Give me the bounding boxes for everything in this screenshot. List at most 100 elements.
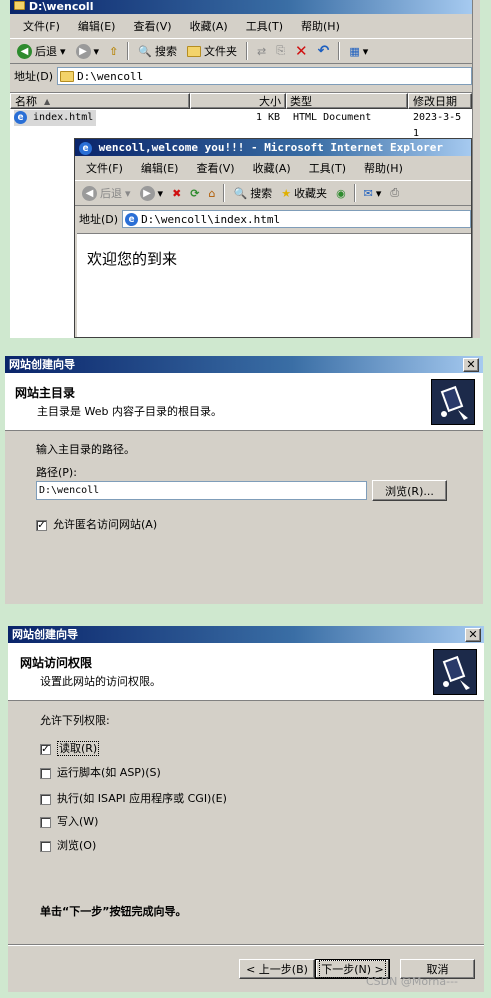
wizard-book-icon — [433, 649, 477, 695]
path-input[interactable]: D:\wencoll — [36, 481, 367, 500]
folder-icon — [14, 1, 25, 10]
forward-button[interactable]: ▶ ▾ — [73, 43, 103, 59]
perm-write-checkbox[interactable]: 写入(W) — [40, 813, 98, 829]
home-button[interactable]: ⌂ — [206, 187, 219, 200]
ie-address-input[interactable]: e D:\wencoll\index.html — [122, 210, 471, 228]
wizard-permissions: 网站创建向导 ✕ 网站访问权限 设置此网站的访问权限。 允许下列权限: ✓ 读取(… — [8, 626, 484, 992]
back-button[interactable]: ◀ 后退 ▾ — [14, 43, 69, 59]
copy-to-button[interactable]: ⎘ — [273, 44, 288, 58]
ie-back-button[interactable]: ◀ 后退 ▾ — [79, 185, 134, 201]
ie-address-bar: 地址(D) e D:\wencoll\index.html — [75, 206, 471, 232]
star-icon: ★ — [281, 186, 292, 200]
address-input[interactable]: D:\wencoll — [57, 67, 472, 85]
back-wizard-button[interactable]: < 上一步(B) — [239, 959, 315, 979]
file-row[interactable]: e index.html 1 KB HTML Document 2023-3-5… — [10, 110, 472, 139]
html-file-icon: e — [14, 111, 27, 124]
wizard1-header: 网站主目录 主目录是 Web 内容子目录的根目录。 — [5, 373, 483, 431]
print-icon: ⎙ — [390, 186, 400, 199]
ie-toolbar: ◀ 后退 ▾ ▶ ▾ ✖ ⟳ ⌂ 🔍 搜索 ★ 收藏夹 ◉ ✉ ▾ ⎙ — [75, 180, 471, 206]
perm-browse-checkbox[interactable]: 浏览(O) — [40, 837, 96, 853]
explorer-titlebar: D:\wencoll — [10, 0, 472, 14]
media-button[interactable]: ◉ — [333, 187, 349, 200]
wizard-home-dir: 网站创建向导 ✕ 网站主目录 主目录是 Web 内容子目录的根目录。 输入主目录… — [5, 356, 483, 604]
delete-button[interactable]: ✕ — [292, 42, 311, 60]
folders-button[interactable]: 文件夹 — [184, 43, 240, 59]
mail-button[interactable]: ✉ ▾ — [361, 187, 385, 200]
wizard2-prompt: 允许下列权限: — [40, 714, 110, 727]
explorer-title: D:\wencoll — [28, 0, 94, 13]
watermark: CSDN @Morna--- — [366, 975, 459, 988]
menu-help[interactable]: 帮助(H) — [292, 18, 349, 34]
wizard1-prompt: 输入主目录的路径。 — [36, 443, 135, 456]
refresh-icon: ⟳ — [190, 186, 200, 200]
refresh-button[interactable]: ⟳ — [187, 187, 202, 200]
browse-button[interactable]: 浏览(R)... — [372, 480, 447, 501]
column-name[interactable]: 名称 ▲ — [10, 93, 190, 109]
wizard2-header: 网站访问权限 设置此网站的访问权限。 — [8, 643, 484, 701]
toolbar-separator — [338, 42, 341, 60]
perm-read-checkbox[interactable]: ✓ 读取(R) — [40, 740, 100, 756]
sort-up-icon: ▲ — [44, 96, 51, 106]
media-icon: ◉ — [336, 186, 346, 200]
views-button[interactable]: ▦ ▾ — [346, 45, 371, 58]
address-label: 地址(D) — [14, 70, 54, 83]
page-icon: e — [125, 212, 139, 226]
menu-file[interactable]: 文件(F) — [14, 18, 69, 34]
menu-edit[interactable]: 编辑(E) — [69, 18, 125, 34]
back-arrow-icon: ◀ — [17, 43, 32, 59]
anonymous-access-checkbox[interactable]: ✓ 允许匿名访问网站(A) — [36, 516, 157, 532]
path-label: 路径(P): — [36, 466, 77, 479]
ie-menu-tools[interactable]: 工具(T) — [300, 160, 355, 176]
checkbox-unchecked — [40, 793, 51, 805]
ie-title: wencoll,welcome you!!! - Microsoft Inter… — [98, 141, 443, 154]
favorites-button[interactable]: ★ 收藏夹 — [278, 185, 330, 201]
undo-button[interactable]: ↶ — [315, 43, 333, 59]
wizard1-title: 网站创建向导 — [9, 358, 75, 371]
folder-icon — [186, 45, 201, 57]
explorer-address-bar: 地址(D) D:\wencoll — [10, 64, 472, 88]
ie-search-button[interactable]: 🔍 搜索 — [230, 185, 275, 201]
ie-menu-edit[interactable]: 编辑(E) — [132, 160, 188, 176]
menu-view[interactable]: 查看(V) — [124, 18, 180, 34]
wizard2-titlebar: 网站创建向导 — [8, 626, 484, 643]
menu-favorites[interactable]: 收藏(A) — [181, 18, 237, 34]
file-type: HTML Document — [293, 112, 372, 123]
wizard-book-icon — [431, 379, 475, 425]
wizard2-header-title: 网站访问权限 — [20, 656, 93, 670]
back-arrow-icon: ◀ — [82, 185, 97, 201]
ie-menu-favorites[interactable]: 收藏(A) — [244, 160, 300, 176]
print-button[interactable]: ⎙ — [387, 186, 402, 200]
stop-button[interactable]: ✖ — [169, 187, 184, 200]
checkbox-unchecked — [40, 840, 51, 852]
ie-menu-view[interactable]: 查看(V) — [187, 160, 243, 176]
column-size[interactable]: 大小 — [190, 93, 286, 109]
wizard2-title: 网站创建向导 — [12, 628, 78, 641]
window-edge — [472, 0, 480, 338]
ie-forward-button[interactable]: ▶ ▾ — [137, 185, 167, 201]
address-value: D:\wencoll — [77, 69, 144, 83]
ie-logo-icon: e — [79, 142, 92, 155]
forward-arrow-icon: ▶ — [139, 185, 155, 201]
file-name: index.html — [33, 112, 94, 123]
undo-icon: ↶ — [317, 43, 330, 59]
column-type[interactable]: 类型 — [286, 93, 408, 109]
perm-execute-checkbox[interactable]: 执行(如 ISAPI 应用程序或 CGI)(E) — [40, 790, 227, 806]
perm-script-checkbox[interactable]: 运行脚本(如 ASP)(S) — [40, 764, 161, 780]
search-button[interactable]: 🔍 搜索 — [135, 43, 180, 59]
move-to-button[interactable]: ⇄ — [254, 45, 269, 58]
welcome-text: 欢迎您的到来 — [87, 250, 178, 268]
delete-x-icon: ✕ — [295, 42, 308, 60]
close-button[interactable]: ✕ — [463, 358, 479, 372]
ie-menu-file[interactable]: 文件(F) — [77, 160, 132, 176]
column-date[interactable]: 修改日期 — [408, 93, 472, 109]
close-button[interactable]: ✕ — [465, 628, 481, 642]
close-icon: ✕ — [468, 628, 478, 641]
search-icon: 🔍 — [138, 44, 152, 58]
menu-tools[interactable]: 工具(T) — [237, 18, 292, 34]
up-folder-button[interactable]: ⇧ — [106, 45, 121, 58]
close-icon: ✕ — [466, 358, 476, 371]
ie-menu-help[interactable]: 帮助(H) — [355, 160, 412, 176]
wizard1-header-title: 网站主目录 — [15, 386, 76, 400]
file-size: 1 KB — [256, 112, 281, 123]
column-header-row: 名称 ▲ 大小 类型 修改日期 — [10, 93, 472, 109]
